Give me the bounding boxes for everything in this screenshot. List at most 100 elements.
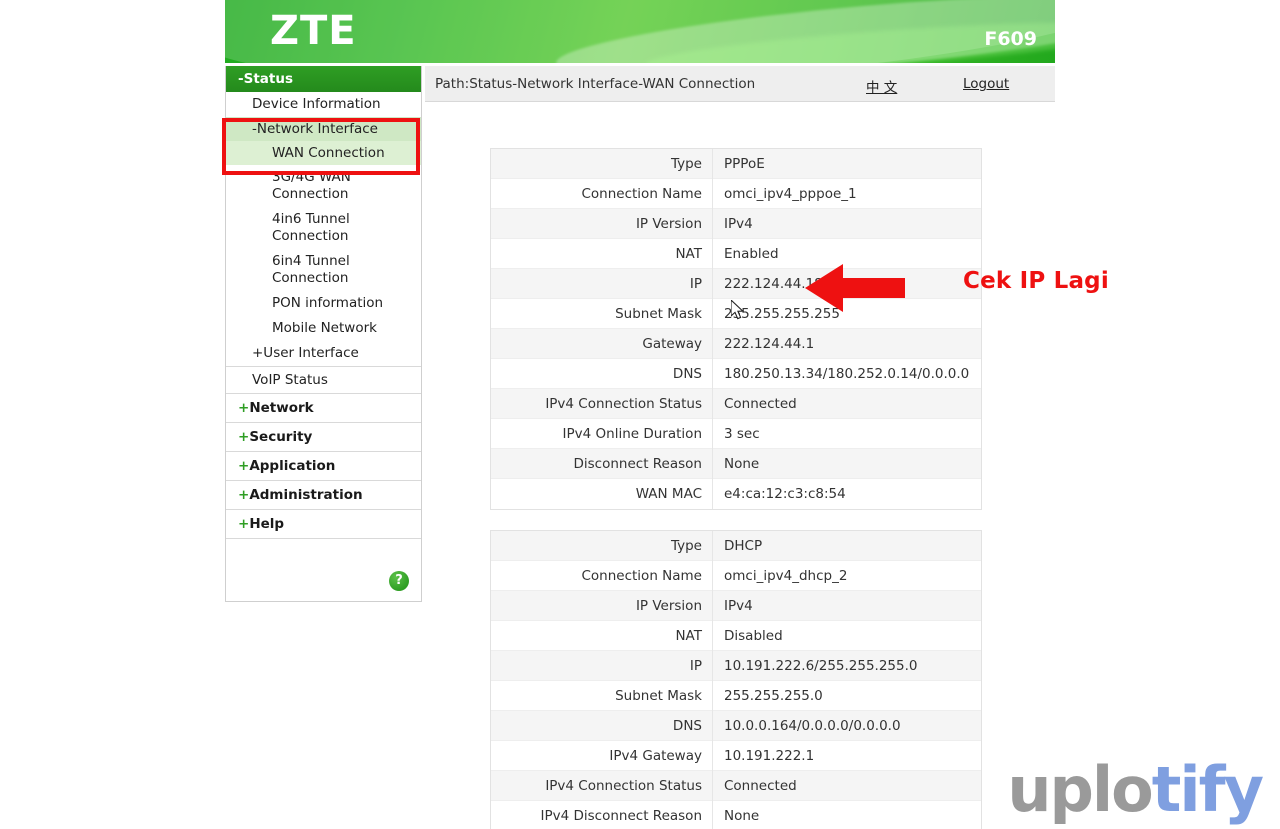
sidebar-item-pon-information[interactable]: PON information (226, 291, 421, 316)
row-label: Disconnect Reason (491, 448, 713, 479)
row-value: IPv4 (724, 215, 753, 232)
sidebar-item-network[interactable]: +Network (226, 394, 421, 423)
table-row: WAN MAC e4:ca:12:c3:c8:54 (491, 479, 981, 509)
row-value: e4:ca:12:c3:c8:54 (724, 486, 846, 502)
sidebar-item-label: Application (249, 458, 336, 474)
table-row-ip: IP 222.124.44.187 (491, 268, 981, 299)
row-value: 10.0.0.164/0.0.0.0/0.0.0.0 (724, 717, 901, 734)
row-label: Type (491, 148, 713, 179)
row-label: Subnet Mask (491, 298, 713, 329)
help-question-icon[interactable]: ? (389, 571, 409, 591)
sidebar-item-mobile-network[interactable]: Mobile Network (226, 316, 421, 341)
row-label: Connection Name (491, 178, 713, 209)
breadcrumb: Path:Status-Network Interface-WAN Connec… (435, 76, 756, 92)
device-model-label: F609 (984, 28, 1037, 50)
row-value: 3 sec (724, 425, 760, 442)
row-label: NAT (491, 620, 713, 651)
row-value: DHCP (724, 537, 763, 554)
row-label: IP Version (491, 208, 713, 239)
row-value: 222.124.44.1 (724, 335, 815, 352)
row-label: WAN MAC (491, 479, 713, 509)
row-label: IP (491, 650, 713, 681)
row-label: IPv4 Online Duration (491, 418, 713, 449)
router-admin-app: ZTE F609 Path:Status-Network Interface-W… (222, 0, 1055, 829)
row-label: DNS (491, 358, 713, 389)
row-value: Connected (724, 395, 797, 412)
row-label: IPv4 Connection Status (491, 770, 713, 801)
table-row: Subnet Mask 255.255.255.255 (491, 298, 981, 329)
table-row: Subnet Mask 255.255.255.0 (491, 680, 981, 711)
row-value: None (724, 808, 760, 824)
row-label: IPv4 Disconnect Reason (491, 801, 713, 829)
expand-plus-icon: + (238, 487, 250, 503)
screenshot-root: ZTE F609 Path:Status-Network Interface-W… (0, 0, 1280, 829)
table-row: IPv4 Connection Status Connected (491, 388, 981, 419)
sidebar-item-help[interactable]: +Help (226, 510, 421, 539)
sidebar-item-3g4g-wan-connection[interactable]: 3G/4G WAN Connection (226, 165, 421, 207)
language-switch-link[interactable]: 中 文 (866, 76, 897, 96)
table-row: DNS 180.250.13.34/180.252.0.14/0.0.0.0 (491, 358, 981, 389)
expand-plus-icon: + (238, 516, 250, 532)
table-row: IPv4 Online Duration 3 sec (491, 418, 981, 449)
sidebar-item-6in4-tunnel-connection[interactable]: 6in4 Tunnel Connection (226, 249, 421, 291)
sidebar-item-user-interface[interactable]: +User Interface (226, 341, 421, 366)
table-row: Gateway 222.124.44.1 (491, 328, 981, 359)
table-row: Connection Name omci_ipv4_dhcp_2 (491, 560, 981, 591)
row-label: Connection Name (491, 560, 713, 591)
sidebar-footer: ? (226, 539, 421, 601)
row-label: NAT (491, 238, 713, 269)
sidebar-item-administration[interactable]: +Administration (226, 481, 421, 510)
row-label: IPv4 Gateway (491, 740, 713, 771)
sidebar-item-4in6-tunnel-connection[interactable]: 4in6 Tunnel Connection (226, 207, 421, 249)
table-row: IPv4 Connection Status Connected (491, 770, 981, 801)
row-label: Gateway (491, 328, 713, 359)
table-row: Type DHCP (491, 530, 981, 561)
row-value: 180.250.13.34/180.252.0.14/0.0.0.0 (724, 365, 970, 382)
expand-plus-icon: + (238, 400, 250, 416)
row-label: Subnet Mask (491, 680, 713, 711)
row-value: Connected (724, 777, 797, 794)
row-value: IPv4 (724, 597, 753, 614)
row-label: IP Version (491, 590, 713, 621)
sidebar-nav: -Status Device Information -Network Inte… (225, 66, 422, 602)
row-label: Type (491, 530, 713, 561)
expand-plus-icon: + (238, 458, 250, 474)
table-row: IPv4 Disconnect Reason None (491, 801, 981, 829)
row-value: 10.191.222.6/255.255.255.0 (724, 657, 918, 674)
sidebar-item-device-information[interactable]: Device Information (226, 92, 421, 117)
table-row: Connection Name omci_ipv4_pppoe_1 (491, 178, 981, 209)
table-row: IP 10.191.222.6/255.255.255.0 (491, 650, 981, 681)
path-bar: Path:Status-Network Interface-WAN Connec… (425, 66, 1055, 102)
sidebar-item-security[interactable]: +Security (226, 423, 421, 452)
table-row: NAT Disabled (491, 620, 981, 651)
sidebar-item-wan-connection[interactable]: WAN Connection (226, 141, 421, 165)
table-row: Disconnect Reason None (491, 448, 981, 479)
row-label: DNS (491, 710, 713, 741)
wan-connection-table-dhcp: Type DHCP Connection Name omci_ipv4_dhcp… (490, 530, 982, 829)
expand-plus-icon: + (238, 429, 250, 445)
row-value: 255.255.255.255 (724, 305, 840, 322)
table-row: NAT Enabled (491, 238, 981, 269)
table-row: IPv4 Gateway 10.191.222.1 (491, 740, 981, 771)
sidebar-item-label: Network (249, 400, 314, 416)
row-value: omci_ipv4_pppoe_1 (724, 185, 857, 202)
sidebar-item-status[interactable]: -Status (226, 66, 421, 92)
sidebar-item-label: Administration (249, 487, 363, 503)
row-label: IPv4 Connection Status (491, 388, 713, 419)
row-value: 255.255.255.0 (724, 687, 823, 704)
watermark-part-b: tify (1151, 753, 1264, 826)
zte-logo: ZTE (270, 8, 357, 54)
page-banner: ZTE F609 (225, 0, 1055, 63)
sidebar-item-voip-status[interactable]: VoIP Status (226, 366, 421, 394)
row-label: IP (491, 268, 713, 299)
row-value: Disabled (724, 627, 783, 644)
sidebar-item-label: Help (249, 516, 285, 532)
table-row: IP Version IPv4 (491, 208, 981, 239)
logout-link[interactable]: Logout (963, 76, 1009, 92)
sidebar-item-network-interface[interactable]: -Network Interface (226, 117, 421, 141)
table-row: IP Version IPv4 (491, 590, 981, 621)
row-value-wan-ip: 222.124.44.187 (724, 275, 832, 292)
sidebar-item-label: Security (249, 429, 313, 445)
row-value: omci_ipv4_dhcp_2 (724, 567, 848, 584)
sidebar-item-application[interactable]: +Application (226, 452, 421, 481)
